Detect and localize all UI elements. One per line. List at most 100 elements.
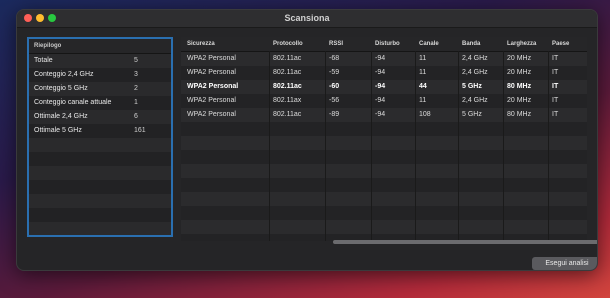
summary-panel: Riepilogo Totale 5 Conteggio 2,4 GHz 3 Conte… <box>27 37 173 237</box>
table-cell: 11 <box>419 55 427 62</box>
table-cell: -89 <box>329 111 340 118</box>
table-cell: 2,4 GHz <box>462 97 488 104</box>
table-empty-row <box>181 122 587 136</box>
table-cell: IT <box>552 83 559 90</box>
table-empty-row <box>181 136 587 150</box>
summary-value: 3 <box>134 71 138 78</box>
summary-label: Ottimale 2,4 GHz <box>34 113 88 120</box>
column-header-rssi[interactable]: RSSI <box>329 37 343 51</box>
run-analysis-button[interactable]: Esegui analisi <box>532 257 597 270</box>
column-header-channel[interactable]: Canale <box>419 37 439 51</box>
summary-row: Conteggio 5 GHz 2 <box>29 82 171 96</box>
summary-value: 5 <box>134 57 138 64</box>
table-cell: 20 MHz <box>507 55 532 62</box>
table-cell: WPA2 Personal <box>187 69 236 76</box>
table-row[interactable]: WPA2 Personal 802.11ac -59 -94 11 2,4 GHz 20 M… <box>181 66 587 80</box>
summary-row: Totale 5 <box>29 54 171 68</box>
table-cell: -94 <box>375 83 386 90</box>
table-cell: -59 <box>329 69 340 76</box>
column-header-width[interactable]: Larghezza <box>507 37 536 51</box>
column-header-protocol[interactable]: Protocollo <box>273 37 303 51</box>
summary-value: 6 <box>134 113 138 120</box>
table-cell: 11 <box>419 69 427 76</box>
table-cell: WPA2 Personal <box>187 111 236 118</box>
table-cell: -94 <box>375 55 386 62</box>
title-bar: Scansiona <box>17 10 597 28</box>
table-cell: WPA2 Personal <box>187 97 236 104</box>
summary-row: Ottimale 2,4 GHz 6 <box>29 110 171 124</box>
column-header-country[interactable]: Paese <box>552 37 569 51</box>
table-cell: 802.11ac <box>273 111 302 118</box>
table-cell: IT <box>552 97 559 104</box>
summary-empty-row <box>29 138 171 152</box>
summary-header: Riepilogo <box>29 39 171 54</box>
summary-empty-row <box>29 166 171 180</box>
table-cell: IT <box>552 111 559 118</box>
summary-value: 2 <box>134 85 138 92</box>
table-cell: 2,4 GHz <box>462 69 488 76</box>
summary-empty-row <box>29 222 171 235</box>
column-divider <box>458 51 459 241</box>
summary-label: Conteggio canale attuale <box>34 99 112 106</box>
table-cell: 802.11ac <box>273 55 302 62</box>
summary-empty-row <box>29 194 171 208</box>
table-cell: -56 <box>329 97 340 104</box>
column-divider <box>371 51 372 241</box>
table-empty-row <box>181 220 587 234</box>
table-cell: 80 MHz <box>507 111 532 118</box>
column-divider <box>269 51 270 241</box>
table-row[interactable]: WPA2 Personal 802.11ac -68 -94 11 2,4 GHz 20 M… <box>181 52 587 66</box>
table-cell: IT <box>552 55 559 62</box>
table-cell: -94 <box>375 111 386 118</box>
table-cell: WPA2 Personal <box>187 83 239 90</box>
table-row[interactable]: WPA2 Personal 802.11ac -89 -94 108 5 GHz 80 MH… <box>181 108 587 122</box>
table-cell: 11 <box>419 97 427 104</box>
window-title: Scansiona <box>284 13 330 23</box>
table-cell: 2,4 GHz <box>462 55 488 62</box>
table-cell: 5 GHz <box>462 83 482 90</box>
table-cell: 802.11ac <box>273 69 302 76</box>
table-empty-row <box>181 164 587 178</box>
column-divider <box>415 51 416 241</box>
table-row[interactable]: WPA2 Personal 802.11ax -56 -94 11 2,4 GHz 20 M… <box>181 94 587 108</box>
table-cell: WPA2 Personal <box>187 55 236 62</box>
summary-empty-row <box>29 152 171 166</box>
summary-value: 161 <box>134 127 146 134</box>
table-row[interactable]: WPA2 Personal 802.11ac -60 -94 44 5 GHz 80 MHz… <box>181 80 587 94</box>
column-header-band[interactable]: Banda <box>462 37 480 51</box>
table-cell: 802.11ax <box>273 97 302 104</box>
horizontal-scrollbar[interactable] <box>333 240 597 244</box>
table-cell: -94 <box>375 97 386 104</box>
summary-label: Conteggio 2,4 GHz <box>34 71 94 78</box>
table-cell: 802.11ac <box>273 83 302 90</box>
table-cell: 44 <box>419 83 427 90</box>
table-empty-row <box>181 206 587 220</box>
table-cell: 20 MHz <box>507 69 532 76</box>
table-empty-row <box>181 150 587 164</box>
table-cell: -60 <box>329 83 340 90</box>
table-cell: -94 <box>375 69 386 76</box>
table-cell: 80 MHz <box>507 83 532 90</box>
table-cell: IT <box>552 69 559 76</box>
table-empty-row <box>181 178 587 192</box>
networks-table[interactable]: Sicurezza Protocollo RSSI Disturbo Canal… <box>181 37 587 241</box>
scan-window: Scansiona Riepilogo Totale 5 Conteggio 2,4… <box>16 9 598 271</box>
summary-value: 1 <box>134 99 138 106</box>
table-cell: 108 <box>419 111 431 118</box>
column-divider <box>325 51 326 241</box>
column-header-noise[interactable]: Disturbo <box>375 37 400 51</box>
column-divider <box>548 51 549 241</box>
summary-label: Ottimale 5 GHz <box>34 127 82 134</box>
summary-empty-row <box>29 208 171 222</box>
summary-label: Totale <box>34 57 53 64</box>
summary-empty-row <box>29 180 171 194</box>
summary-row: Conteggio canale attuale 1 <box>29 96 171 110</box>
column-header-security[interactable]: Sicurezza <box>187 37 215 51</box>
table-empty-row <box>181 192 587 206</box>
table-cell: 20 MHz <box>507 97 532 104</box>
table-cell: -68 <box>329 55 340 62</box>
summary-row: Conteggio 2,4 GHz 3 <box>29 68 171 82</box>
summary-row: Ottimale 5 GHz 161 <box>29 124 171 138</box>
summary-label: Conteggio 5 GHz <box>34 85 88 92</box>
table-cell: 5 GHz <box>462 111 482 118</box>
